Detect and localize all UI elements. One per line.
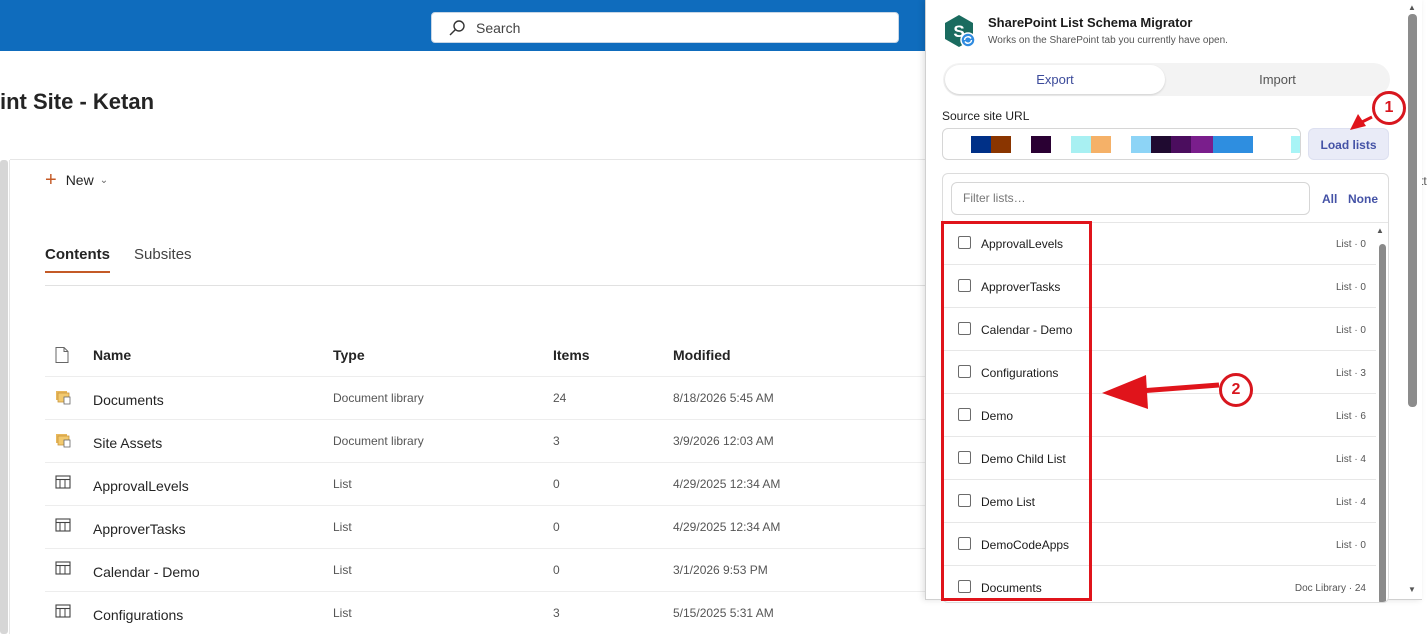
list-meta: List · 6 [1335,411,1366,422]
row-items: 3 [553,606,560,620]
scroll-up-arrow-icon[interactable]: ▲ [1408,3,1416,12]
highlight-box [941,221,1092,601]
table-row[interactable]: Documents Document library 24 8/18/2026 5:4… [45,377,925,420]
file-type-header-icon[interactable] [55,347,69,366]
table-row[interactable]: ApproverTasks List 0 4/29/2025 12:34 AM [45,506,925,549]
row-type: Document library [333,434,424,448]
list-meta: List · 0 [1335,239,1366,250]
list-meta: List · 4 [1335,454,1366,465]
list-meta: List · 0 [1335,282,1366,293]
document-library-icon [55,389,73,408]
row-name[interactable]: ApprovalLevels [93,478,189,494]
redaction-block [1031,136,1051,153]
list-meta: List · 0 [1335,325,1366,336]
new-button[interactable]: + New ⌄ [45,169,109,191]
search-placeholder: Search [476,19,521,36]
redaction-block [1291,136,1300,153]
document-library-icon [55,432,73,451]
redaction-block [971,136,991,153]
row-modified: 3/9/2026 12:03 AM [673,434,774,448]
list-meta: List · 3 [1335,368,1366,379]
extension-subtitle: Works on the SharePoint tab you currentl… [988,35,1228,46]
panel-scrollbar-thumb[interactable] [1408,14,1417,407]
redaction-block [1151,136,1171,153]
tab-subsites[interactable]: Subsites [134,246,192,273]
list-icon [55,604,71,621]
mode-switch: Export Import [943,63,1390,96]
left-scrollbar[interactable] [0,160,8,634]
table-row[interactable]: Site Assets Document library 3 3/9/2026 12:… [45,420,925,463]
search-icon [449,19,465,35]
row-type: List [333,477,352,491]
row-items: 24 [553,391,567,405]
row-name[interactable]: Calendar - Demo [93,564,200,580]
select-all-link[interactable]: All [1322,192,1337,206]
row-modified: 5/15/2025 5:31 AM [673,606,774,620]
row-type: List [333,563,352,577]
redaction-block [1171,136,1191,153]
row-items: 0 [553,563,560,577]
search-box[interactable]: Search [431,12,899,43]
tab-import[interactable]: Import [1167,65,1388,94]
row-modified: 4/29/2025 12:34 AM [673,477,781,491]
row-items: 0 [553,477,560,491]
list-meta: Doc Library · 24 [1294,583,1366,594]
list-meta: List · 4 [1335,497,1366,508]
load-lists-button[interactable]: Load lists [1308,128,1389,160]
redaction-block [1131,136,1151,153]
site-contents-table: Name Type Items Modified Documents Docume… [45,334,925,634]
plus-icon: + [45,169,57,191]
list-icon [55,561,71,578]
row-items: 0 [553,520,560,534]
column-header-modified[interactable]: Modified [673,347,731,363]
column-header-items[interactable]: Items [553,347,590,363]
row-type: List [333,520,352,534]
table-row[interactable]: ApprovalLevels List 0 4/29/2025 12:34 AM [45,463,925,506]
divider [10,159,925,160]
new-button-label: New [65,172,94,188]
chevron-down-icon: ⌄ [99,174,109,186]
row-name[interactable]: ApproverTasks [93,521,186,537]
column-header-type[interactable]: Type [333,347,365,363]
lists-scrollbar-thumb[interactable] [1379,244,1386,602]
tab-contents[interactable]: Contents [45,246,110,273]
content-tabs: Contents Subsites [45,246,216,273]
screenshot-root: Search int Site - Ketan + New ⌄ Contents… [0,0,1428,634]
row-modified: 4/29/2025 12:34 AM [673,520,781,534]
row-name[interactable]: Documents [93,392,164,408]
row-name[interactable]: Site Assets [93,435,162,451]
table-header: Name Type Items Modified [45,334,925,377]
table-row[interactable]: Calendar - Demo List 0 3/1/2026 9:53 PM [45,549,925,592]
list-icon [55,475,71,492]
redaction-block [1191,136,1213,153]
row-type: List [333,606,352,620]
redaction-block [1071,136,1091,153]
extension-title: SharePoint List Schema Migrator [988,15,1193,30]
column-header-name[interactable]: Name [93,347,131,363]
select-none-link[interactable]: None [1348,192,1378,206]
row-name[interactable]: Configurations [93,607,183,623]
step-badge-2: 2 [1219,373,1253,407]
list-icon [55,518,71,535]
filter-lists-input[interactable]: Filter lists… [951,182,1310,215]
site-title: int Site - Ketan [0,89,155,114]
step-badge-1: 1 [1372,91,1406,125]
table-row[interactable]: Configurations List 3 5/15/2025 5:31 AM [45,592,925,634]
row-type: Document library [333,391,424,405]
scroll-up-arrow-icon[interactable]: ▲ [1376,226,1384,235]
redaction-block [991,136,1011,153]
row-modified: 3/1/2026 9:53 PM [673,563,768,577]
redaction-block [1091,136,1111,153]
tab-export[interactable]: Export [945,65,1165,94]
divider [45,285,925,286]
source-url-input[interactable] [942,128,1301,160]
row-modified: 8/18/2026 5:45 AM [673,391,774,405]
app-logo-icon: S [945,15,975,48]
row-items: 3 [553,434,560,448]
source-url-label: Source site URL [942,109,1030,123]
redaction-block [1213,136,1253,153]
divider [9,160,10,634]
scroll-down-arrow-icon[interactable]: ▼ [1408,585,1416,594]
list-meta: List · 0 [1335,540,1366,551]
